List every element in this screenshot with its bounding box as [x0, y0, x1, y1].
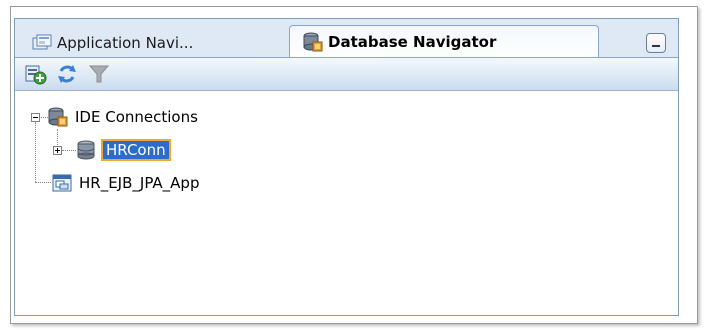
tree-connector [35, 182, 51, 184]
application-navigator-icon [31, 32, 53, 54]
database-icon [75, 139, 97, 161]
minimize-button[interactable] [646, 33, 666, 53]
application-icon [51, 172, 73, 194]
database-navigator-panel: Application Navi... Database Navigator I… [14, 18, 679, 316]
navigator-toolbar [15, 57, 678, 91]
tree-node-hrconn[interactable]: HRConn [75, 138, 171, 162]
tree-node-hr-ejb-jpa-app[interactable]: HR_EJB_JPA_App [51, 171, 199, 195]
expand-toggle[interactable] [53, 146, 62, 155]
tree-node-label: HR_EJB_JPA_App [79, 174, 200, 192]
tab-database-navigator[interactable]: Database Navigator [289, 25, 599, 58]
refresh-icon[interactable] [55, 62, 79, 86]
tab-application-navigator-label: Application Navi... [57, 34, 194, 52]
database-navigator-icon [302, 31, 324, 53]
tree-connector [62, 150, 76, 152]
connections-tree: IDE Connections HRConn HR_EJB_JPA_App [15, 91, 678, 315]
tab-database-navigator-label: Database Navigator [328, 33, 497, 51]
tree-node-label-selected: HRConn [101, 139, 171, 161]
tab-bar: Application Navi... Database Navigator [15, 19, 678, 58]
tree-node-label: IDE Connections [75, 108, 198, 126]
filter-icon[interactable] [87, 62, 111, 86]
tree-node-ide-connections[interactable]: IDE Connections [47, 105, 198, 129]
tree-connector [35, 122, 37, 182]
new-connection-icon[interactable] [23, 62, 47, 86]
collapse-toggle[interactable] [31, 113, 40, 122]
database-connections-icon [47, 106, 69, 128]
tab-application-navigator[interactable]: Application Navi... [23, 29, 285, 57]
